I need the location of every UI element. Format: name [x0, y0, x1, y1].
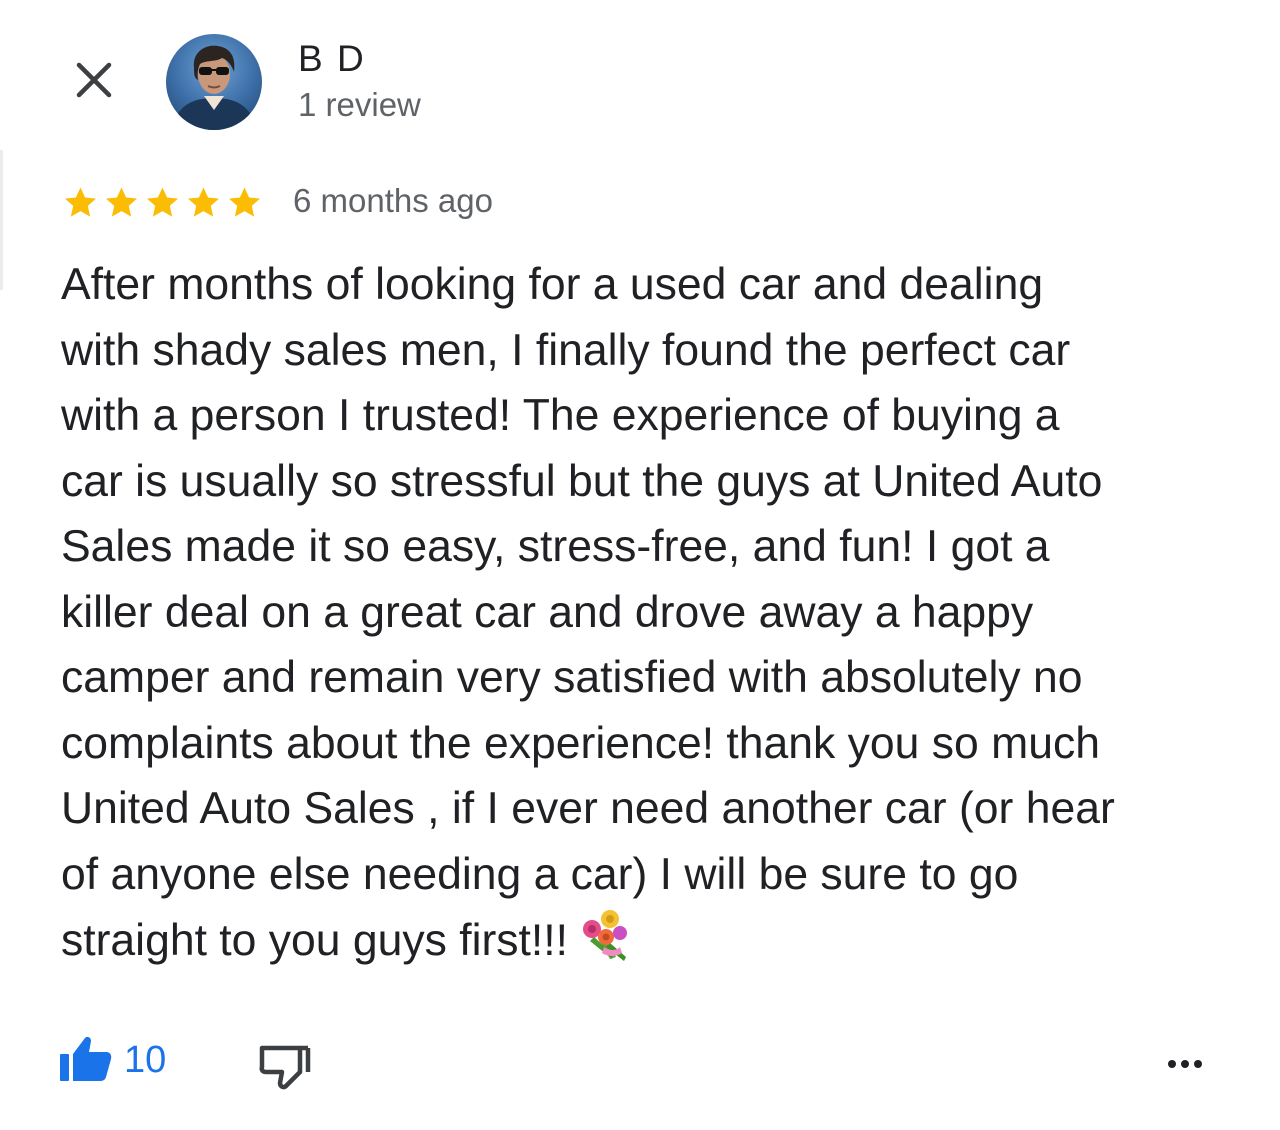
more-horizontal-icon [1194, 1060, 1202, 1068]
bouquet-emoji-icon [576, 907, 634, 984]
thumbs-up-filled-icon [60, 1037, 112, 1081]
like-count: 10 [124, 1038, 167, 1081]
left-edge-divider [0, 150, 3, 290]
star-icon [64, 187, 97, 217]
review-line: After months of looking for a used car a… [61, 260, 1044, 309]
avatar[interactable] [166, 34, 262, 130]
star-icon [228, 187, 261, 217]
dislike-button[interactable] [256, 1036, 316, 1092]
reviewer-review-count: 1 review [298, 86, 421, 123]
thumbs-down-outline-icon [259, 1045, 311, 1090]
review-line: car is usually so stressful but the guys… [61, 456, 1103, 506]
review-line: camper and remain very satisfied with ab… [61, 653, 1083, 702]
star-icon [187, 187, 220, 217]
review-line: Sales made it so easy, stress-free, and … [61, 522, 1050, 571]
review-line: straight to you guys first!!! [61, 916, 569, 965]
review-timestamp: 6 months ago [293, 182, 493, 219]
like-button[interactable]: 10 [58, 1034, 166, 1082]
star-icon [105, 187, 138, 217]
review-line: United Auto Sales , if I ever need anoth… [61, 784, 1115, 833]
more-options-button[interactable] [1160, 1050, 1210, 1078]
reviewer-name[interactable]: B D [298, 38, 366, 80]
more-horizontal-icon [1168, 1060, 1176, 1068]
star-rating [60, 184, 265, 222]
review-line: complaints about the experience! thank y… [61, 718, 1100, 768]
review-body: After months of looking for a used car a… [61, 252, 1231, 984]
more-horizontal-icon [1181, 1060, 1189, 1068]
review-line-last: straight to you guys first!!! [61, 907, 1231, 984]
review-line: with shady sales men, I finally found th… [61, 325, 1071, 375]
review-line: killer deal on a great car and drove awa… [61, 587, 1034, 637]
person-photo-icon [166, 34, 262, 130]
review-line: of anyone else needing a car) I will be … [61, 849, 1019, 899]
star-icon [146, 187, 179, 217]
review-line: with a person I trusted! The experience … [61, 391, 1060, 440]
close-button[interactable] [66, 52, 122, 108]
close-icon [76, 62, 112, 98]
